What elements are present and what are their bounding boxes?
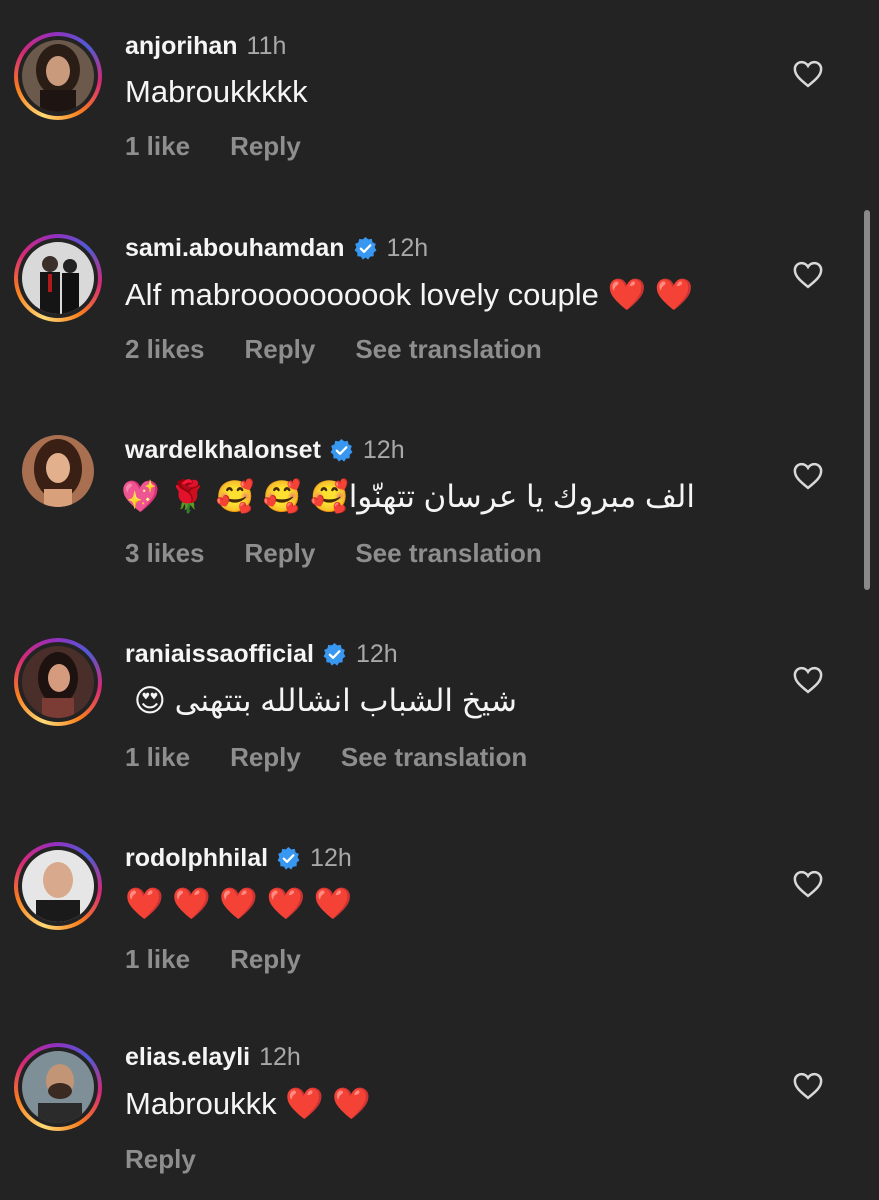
comment-header: anjorihan 11h: [125, 32, 286, 61]
username[interactable]: wardelkhalonset: [125, 436, 321, 465]
likes-count[interactable]: 2 likes: [125, 334, 205, 365]
comment-text: شيخ الشباب انشالله بتتهنى 😍: [133, 683, 517, 718]
comment-header: wardelkhalonset 12h: [125, 436, 405, 465]
timestamp: 12h: [355, 640, 398, 668]
avatar[interactable]: [14, 842, 102, 930]
timestamp: 12h: [259, 1043, 301, 1071]
heart-outline-icon[interactable]: [793, 60, 823, 88]
avatar-border: [18, 642, 98, 722]
see-translation-link[interactable]: See translation: [355, 538, 541, 569]
reply-button[interactable]: Reply: [125, 1144, 196, 1175]
avatar-border: [18, 431, 98, 511]
avatar-image: [22, 40, 94, 112]
heart-outline-icon[interactable]: [793, 261, 823, 289]
see-translation-link[interactable]: See translation: [341, 742, 527, 773]
comment-text: ❤️ ❤️ ❤️ ❤️ ❤️: [125, 886, 353, 921]
timestamp: 12h: [310, 844, 352, 872]
comment-header: raniaissaofficial 12h: [125, 640, 398, 669]
username[interactable]: elias.elayli: [125, 1043, 250, 1072]
heart-outline-icon[interactable]: [793, 462, 823, 490]
see-translation-link[interactable]: See translation: [355, 334, 541, 365]
likes-count[interactable]: 1 like: [125, 944, 190, 975]
heart-outline-icon[interactable]: [793, 870, 823, 898]
comment-actions: Reply: [125, 1144, 236, 1175]
verified-badge-icon: [323, 643, 346, 666]
avatar-image: [22, 1051, 94, 1123]
reply-button[interactable]: Reply: [230, 944, 301, 975]
timestamp: 12h: [362, 436, 405, 464]
reply-button[interactable]: Reply: [230, 131, 301, 162]
avatar[interactable]: [14, 1043, 102, 1131]
username[interactable]: raniaissaofficial: [125, 640, 314, 669]
avatar: [14, 427, 102, 515]
heart-outline-icon[interactable]: [793, 666, 823, 694]
avatar-image: [22, 242, 94, 314]
timestamp: 11h: [246, 32, 287, 60]
avatar[interactable]: [14, 638, 102, 726]
username[interactable]: anjorihan: [125, 32, 238, 61]
verified-badge-icon: [330, 439, 353, 462]
comment-text: Alf mabroooooooook lovely couple ❤️ ❤️: [125, 277, 694, 312]
avatar-border: [18, 238, 98, 318]
likes-count[interactable]: 1 like: [125, 742, 190, 773]
avatar[interactable]: [14, 234, 102, 322]
verified-badge-icon: [354, 237, 376, 260]
comment-text: الف مبروك يا عرسان تتهنّوا🥰 🥰 🥰 🌹 💖: [121, 479, 695, 514]
timestamp: 12h: [386, 234, 429, 262]
likes-count[interactable]: 1 like: [125, 131, 190, 162]
username[interactable]: rodolphhilal: [125, 844, 268, 873]
comment-header: elias.elayli 12h: [125, 1043, 301, 1072]
verified-badge-icon: [277, 847, 300, 870]
avatar-image[interactable]: [22, 435, 94, 507]
comment-header: sami.abouhamdan 12h: [125, 234, 428, 263]
comment-text: Mabroukkkkk: [125, 74, 308, 109]
reply-button[interactable]: Reply: [245, 538, 316, 569]
avatar[interactable]: [14, 32, 102, 120]
comment-text: Mabroukkk ❤️ ❤️: [125, 1086, 372, 1121]
avatar-border: [18, 846, 98, 926]
avatar-image: [22, 646, 94, 718]
comment-actions: 1 like Reply: [125, 131, 341, 162]
comment-actions: 1 like Reply: [125, 944, 341, 975]
comment-actions: 3 likes Reply See translation: [125, 538, 582, 569]
avatar-border: [18, 36, 98, 116]
scrollbar[interactable]: [864, 210, 870, 590]
comment-actions: 2 likes Reply See translation: [125, 334, 582, 365]
heart-outline-icon[interactable]: [793, 1072, 823, 1100]
avatar-border: [18, 1047, 98, 1127]
username[interactable]: sami.abouhamdan: [125, 234, 345, 263]
reply-button[interactable]: Reply: [245, 334, 316, 365]
comment-actions: 1 like Reply See translation: [125, 742, 567, 773]
comment-header: rodolphhilal 12h: [125, 844, 352, 873]
avatar-image: [22, 850, 94, 922]
reply-button[interactable]: Reply: [230, 742, 301, 773]
likes-count[interactable]: 3 likes: [125, 538, 205, 569]
